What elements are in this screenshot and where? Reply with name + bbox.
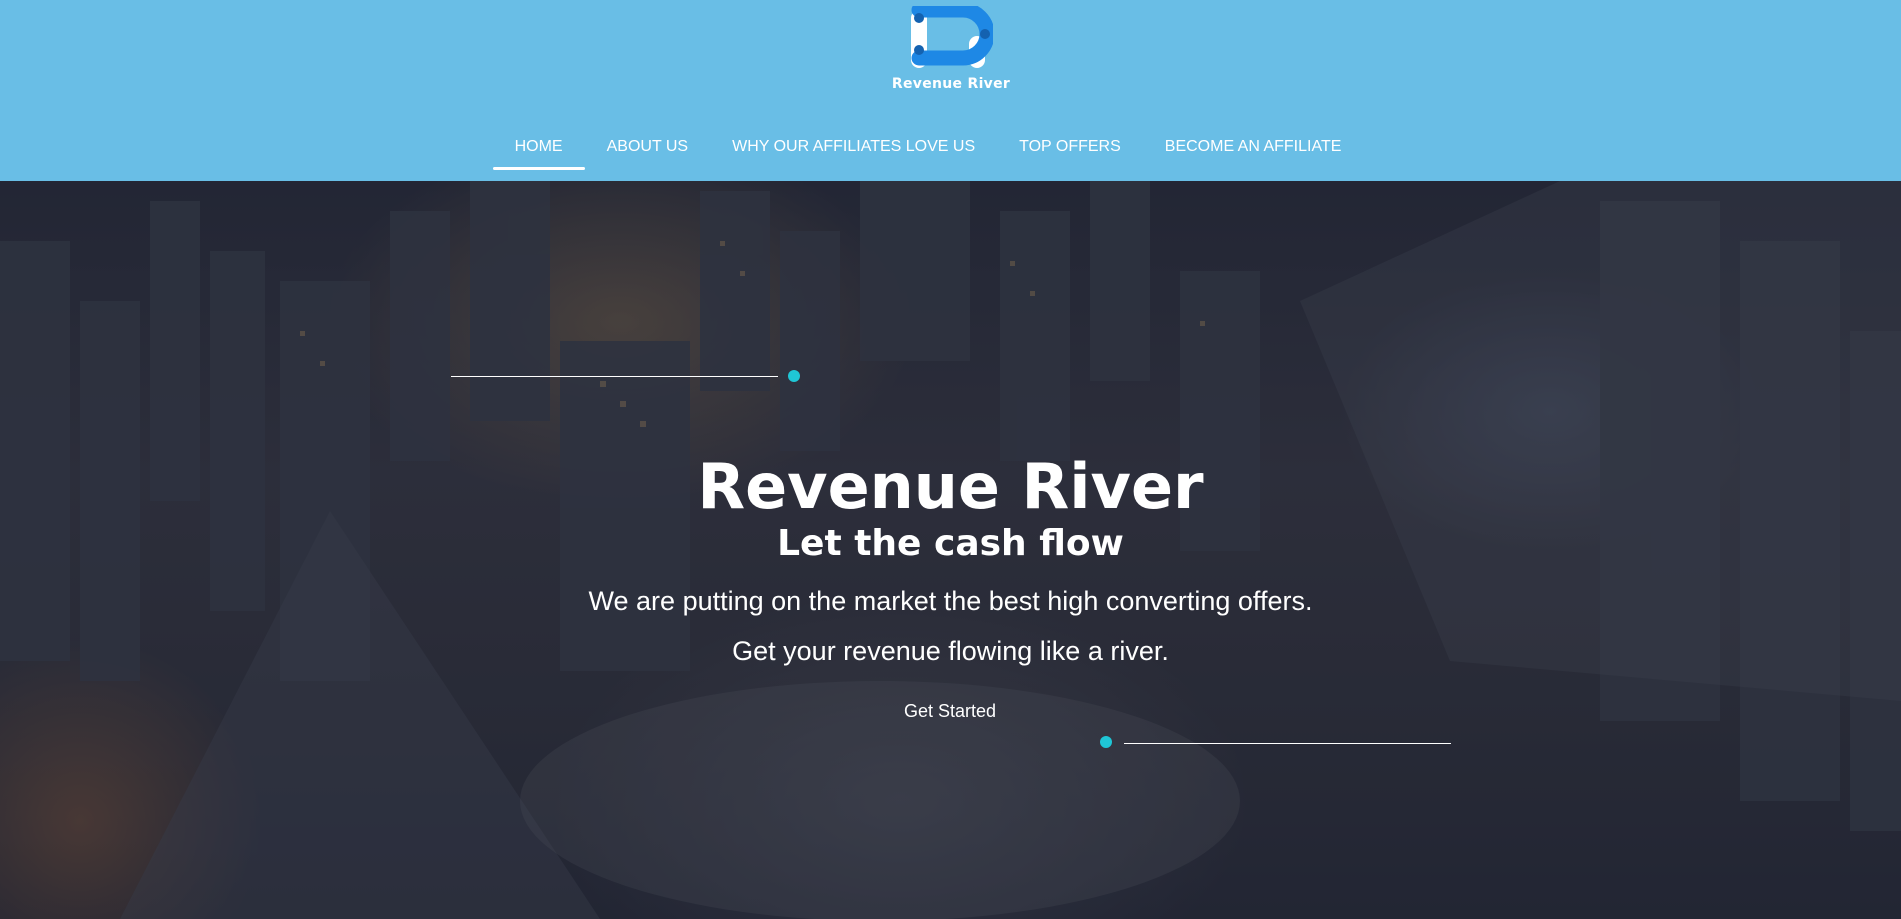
hero-subtitle: Let the cash flow xyxy=(777,523,1124,564)
main-nav: HOME ABOUT US WHY OUR AFFILIATES LOVE US… xyxy=(0,132,1901,172)
nav-item-home[interactable]: HOME xyxy=(492,132,585,172)
brand-name: Revenue River xyxy=(891,76,1011,92)
hero-title: Revenue River xyxy=(697,450,1204,523)
nav-item-become-affiliate[interactable]: BECOME AN AFFILIATE xyxy=(1143,132,1364,172)
revenue-river-logo-icon xyxy=(911,6,993,68)
site-header: Revenue River HOME ABOUT US WHY OUR AFFI… xyxy=(0,0,1901,181)
nav-item-about-us[interactable]: ABOUT US xyxy=(585,132,711,172)
decorative-line-bottom xyxy=(1124,743,1451,744)
hero-section: Revenue River Let the cash flow We are p… xyxy=(0,181,1901,919)
brand-logo[interactable]: Revenue River xyxy=(888,6,1014,102)
hero-description-line-2: Get your revenue flowing like a river. xyxy=(732,636,1169,666)
hero-description-line-1: We are putting on the market the best hi… xyxy=(588,586,1313,616)
get-started-button[interactable]: Get Started xyxy=(880,701,1020,722)
decorative-dot-bottom xyxy=(1100,736,1112,748)
nav-item-top-offers[interactable]: TOP OFFERS xyxy=(997,132,1143,172)
decorative-line-top xyxy=(451,376,778,377)
decorative-dot-top xyxy=(788,370,800,382)
nav-item-why-affiliates[interactable]: WHY OUR AFFILIATES LOVE US xyxy=(710,132,997,172)
